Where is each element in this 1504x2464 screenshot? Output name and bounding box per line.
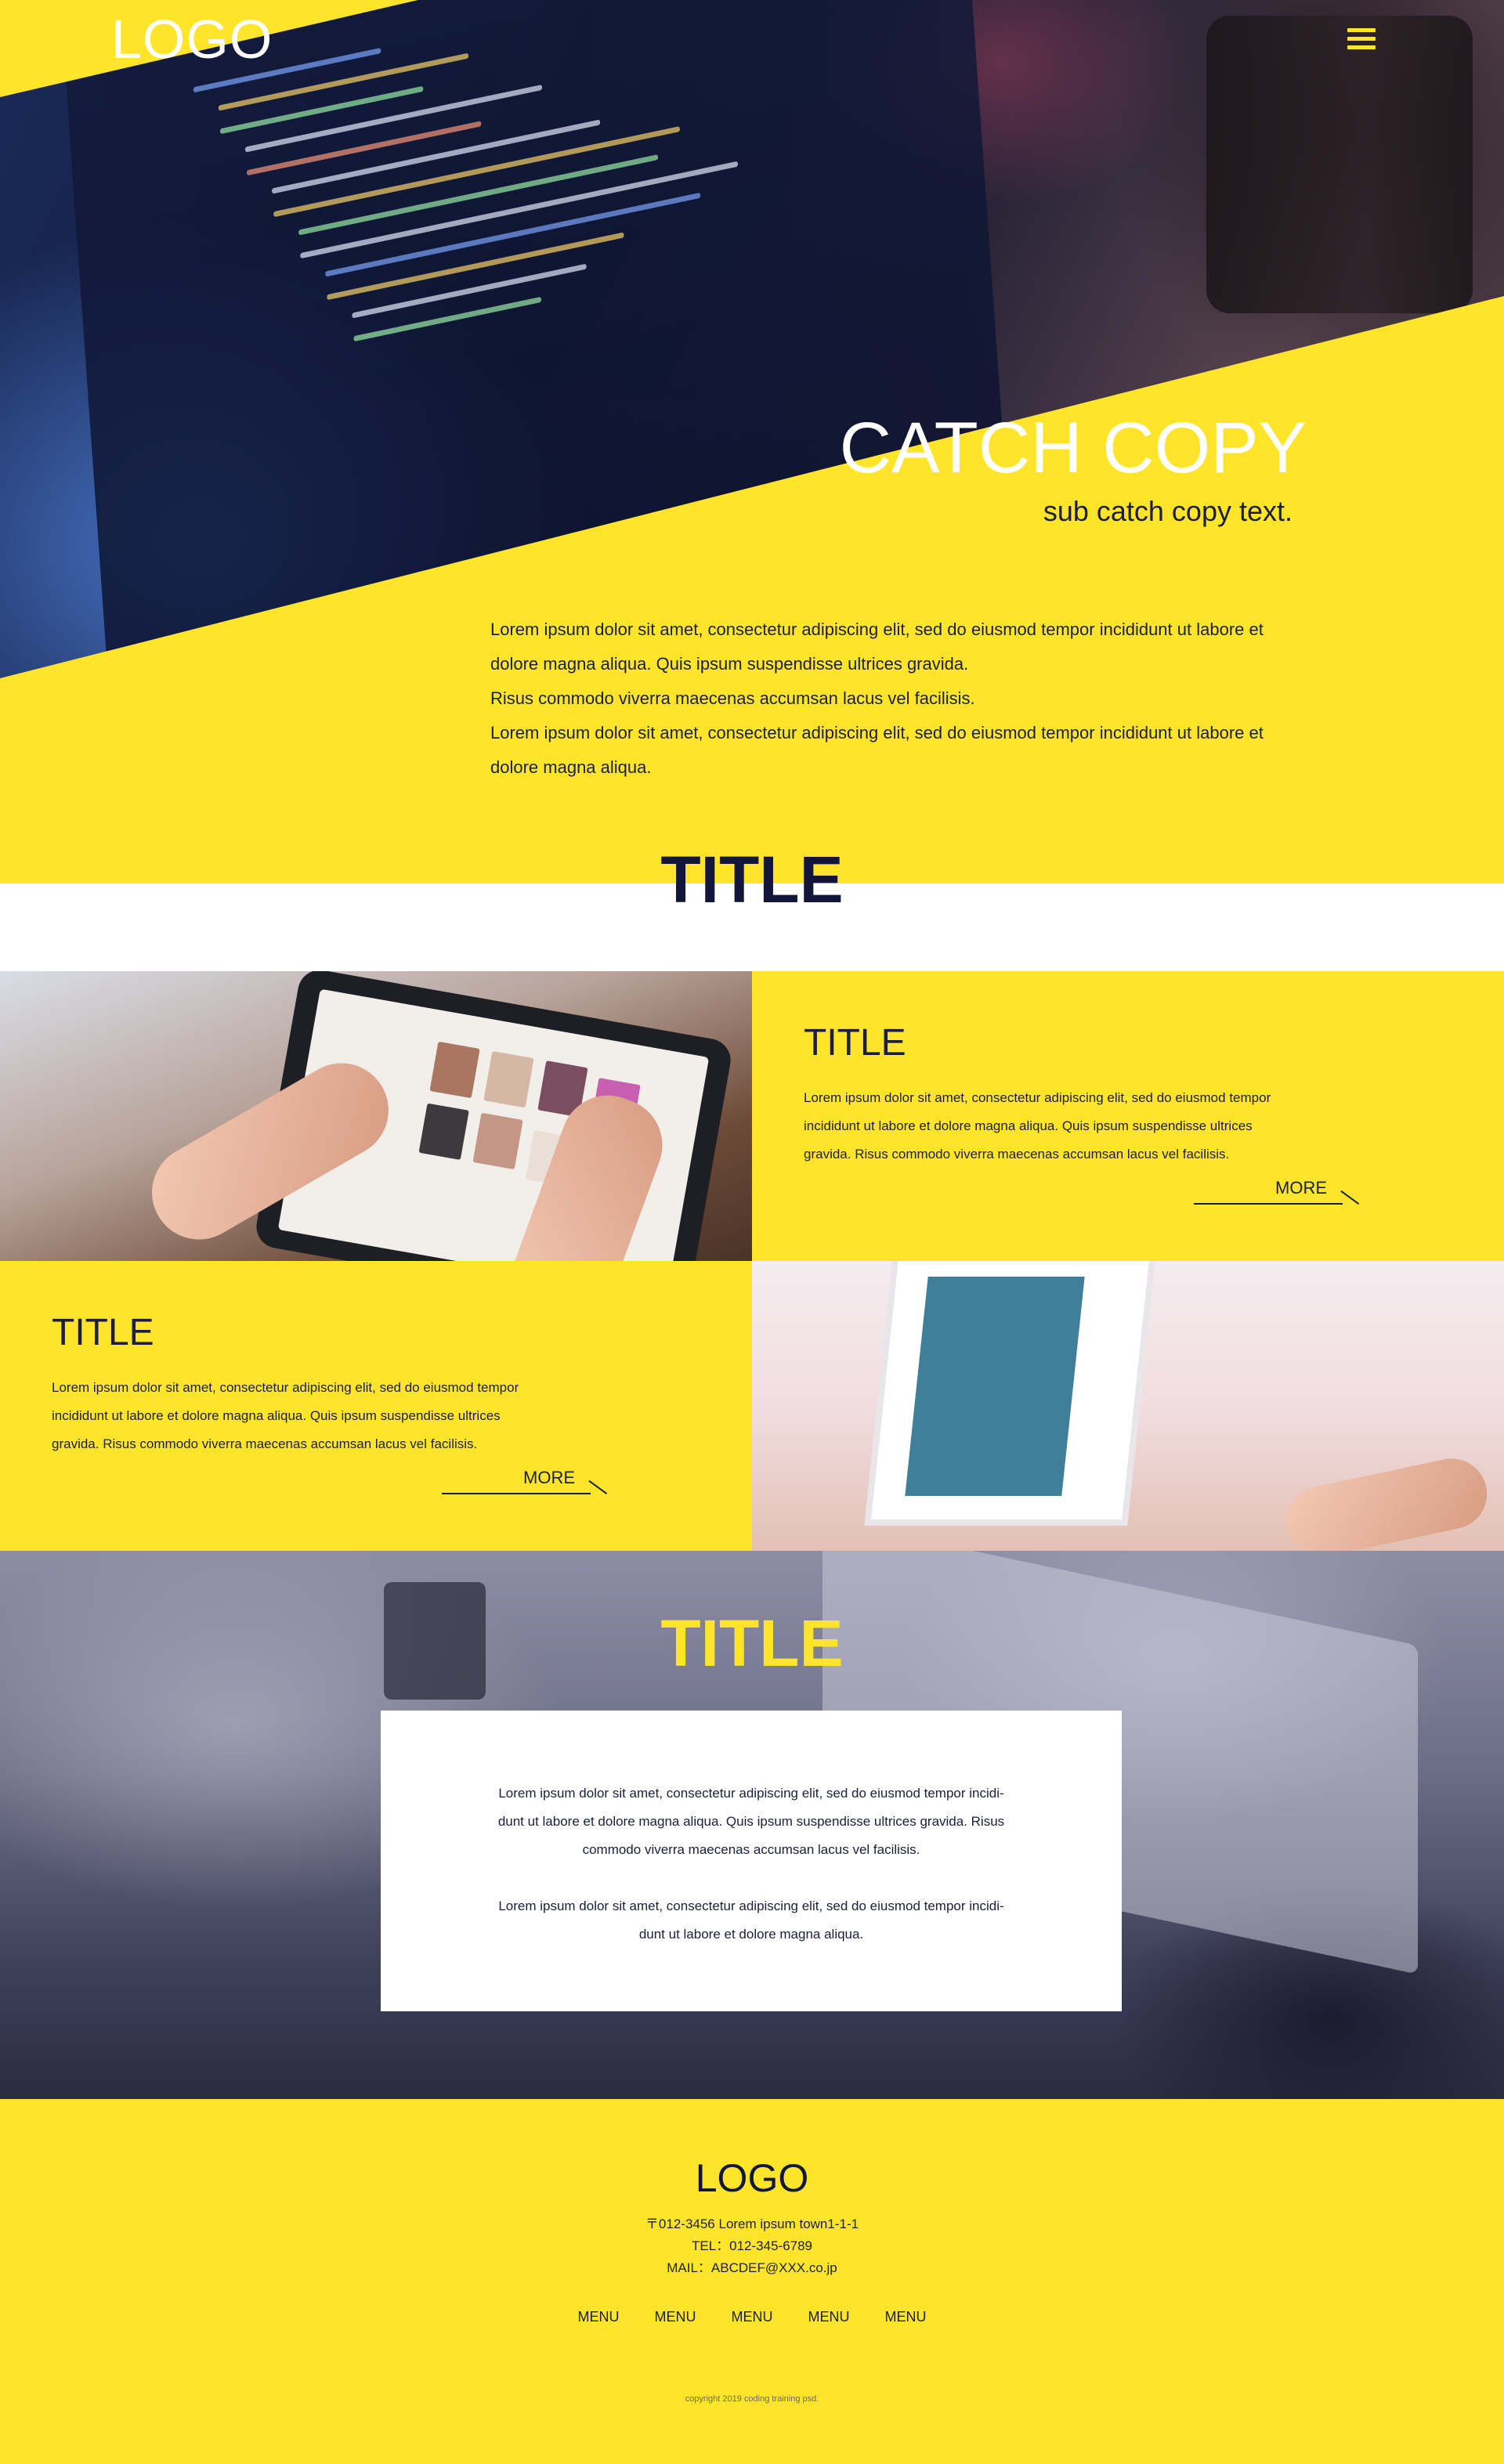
- hero-paragraph: Lorem ipsum dolor sit amet, consectetur …: [490, 612, 1336, 785]
- more-link[interactable]: MORE: [1194, 1178, 1360, 1205]
- more-label: MORE: [523, 1468, 575, 1487]
- card-line: dunt ut labore et dolore magna aliqua.: [638, 1927, 864, 1942]
- feature-line: Lorem ipsum dolor sit amet, consectetur …: [804, 1090, 1271, 1105]
- footer-menu: MENU MENU MENU MENU MENU: [0, 2309, 1504, 2325]
- arrow-icon: [588, 1479, 608, 1494]
- monitor-screen-decor: [64, 0, 1009, 678]
- menu-bar: [1347, 37, 1376, 41]
- footer-menu-item[interactable]: MENU: [732, 2309, 773, 2325]
- hero-photo-code-screen: [0, 0, 1504, 678]
- footer-menu-item[interactable]: MENU: [577, 2309, 619, 2325]
- footer: LOGO 〒012-3456 Lorem ipsum town1-1-1 TEL…: [0, 2099, 1504, 2464]
- laptop-code-decor: [905, 1277, 1085, 1496]
- hamburger-menu-icon[interactable]: [1347, 28, 1376, 53]
- laptop-screen-decor: [871, 1261, 1150, 1519]
- card-line: dunt ut labore et dolore magna aliqua. Q…: [497, 1814, 1005, 1829]
- footer-mail: MAIL：ABCDEF@XXX.co.jp: [667, 2260, 837, 2275]
- card-paragraph-1: Lorem ipsum dolor sit amet, consectetur …: [454, 1779, 1049, 1864]
- hero-line: Lorem ipsum dolor sit amet, consectetur …: [490, 723, 1264, 742]
- feature-card-1: TITLE Lorem ipsum dolor sit amet, consec…: [752, 971, 1504, 1261]
- feature-line: incididunt ut labore et dolore magna ali…: [804, 1118, 1253, 1133]
- text-card: Lorem ipsum dolor sit amet, consectetur …: [381, 1711, 1122, 2011]
- feature-line: gravida. Risus commodo viverra maecenas …: [52, 1436, 478, 1451]
- feature-line: Lorem ipsum dolor sit amet, consectetur …: [52, 1380, 519, 1395]
- card-paragraph-2: Lorem ipsum dolor sit amet, consectetur …: [454, 1892, 1049, 1949]
- feature-title: TITLE: [804, 1022, 906, 1064]
- hero-line: Lorem ipsum dolor sit amet, consectetur …: [490, 620, 1264, 639]
- card-line: commodo viverra maecenas accumsan lacus …: [582, 1842, 920, 1857]
- header-logo[interactable]: LOGO: [111, 8, 273, 70]
- more-underline: [1194, 1203, 1343, 1205]
- menu-bar: [1347, 45, 1376, 49]
- feature-line: gravida. Risus commodo viverra maecenas …: [804, 1147, 1230, 1162]
- footer-menu-item[interactable]: MENU: [808, 2309, 850, 2325]
- feature-card-2: TITLE Lorem ipsum dolor sit amet, consec…: [0, 1261, 752, 1551]
- tablet-photo: [0, 971, 752, 1261]
- more-label: MORE: [1275, 1178, 1327, 1198]
- feature-line: incididunt ut labore et dolore magna ali…: [52, 1408, 501, 1423]
- more-link[interactable]: MORE: [442, 1468, 608, 1494]
- catch-copy: CATCH COPY: [839, 408, 1307, 488]
- laptop-photo: [752, 1261, 1504, 1551]
- hero-line: dolore magna aliqua. Quis ipsum suspendi…: [490, 654, 969, 674]
- card-line: Lorem ipsum dolor sit amet, consectetur …: [498, 1899, 1004, 1913]
- copyright: copyright 2019 coding training psd.: [685, 2394, 819, 2404]
- page: LOGO CATCH COPY sub catch copy text. Lor…: [0, 0, 1504, 2464]
- feature-title: TITLE: [52, 1312, 154, 1353]
- menu-bar: [1347, 28, 1376, 32]
- dark-section-title: TITLE: [660, 1606, 844, 1680]
- footer-menu-item[interactable]: MENU: [654, 2309, 696, 2325]
- feature-text: Lorem ipsum dolor sit amet, consectetur …: [52, 1374, 608, 1458]
- sub-catch-copy: sub catch copy text.: [1043, 495, 1292, 527]
- more-underline: [442, 1493, 591, 1494]
- section-title: TITLE: [660, 843, 844, 916]
- arrow-icon: [1340, 1190, 1360, 1205]
- footer-tel: TEL：012-345-6789: [691, 2238, 813, 2253]
- hero-line: Risus commodo viverra maecenas accumsan …: [490, 688, 975, 708]
- card-line: Lorem ipsum dolor sit amet, consectetur …: [498, 1786, 1004, 1801]
- coffee-cup-decor: [1206, 16, 1473, 313]
- footer-address: 〒012-3456 Lorem ipsum town1-1-1: [645, 2217, 859, 2231]
- footer-menu-item[interactable]: MENU: [885, 2309, 927, 2325]
- hero-line: dolore magna aliqua.: [490, 757, 652, 777]
- feature-text: Lorem ipsum dolor sit amet, consectetur …: [804, 1084, 1360, 1169]
- hero-section: LOGO CATCH COPY sub catch copy text. Lor…: [0, 0, 1504, 883]
- hand-decor: [1279, 1451, 1494, 1551]
- footer-logo[interactable]: LOGO: [0, 2155, 1504, 2201]
